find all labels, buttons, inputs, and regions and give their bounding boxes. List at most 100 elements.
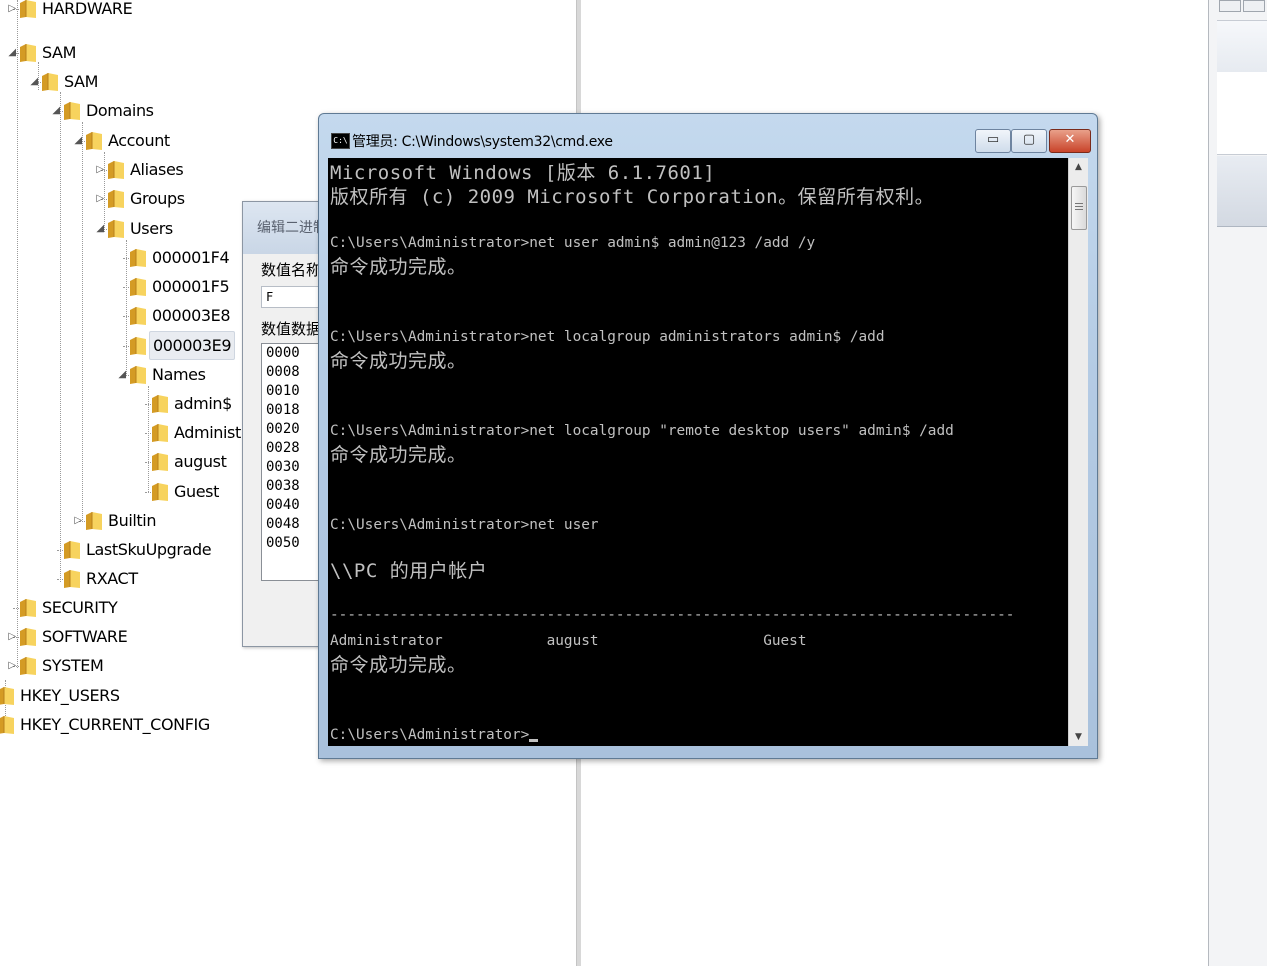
folder-icon (63, 569, 81, 589)
tree-node-label: 000001F5 (152, 277, 230, 296)
tree-node-label: SAM (64, 72, 99, 91)
console-line: 命令成功完成。 (330, 256, 467, 278)
folder-icon (151, 452, 169, 472)
tree-expander-icon[interactable]: ▷ (7, 651, 17, 680)
folder-icon (19, 656, 37, 676)
tree-node-label: Administ (174, 423, 241, 442)
tree-expander-icon[interactable]: ◢ (29, 67, 39, 96)
tree-node-label: 000001F4 (152, 248, 230, 267)
tree-guide-line (126, 240, 127, 376)
tree-node-label: SYSTEM (42, 656, 104, 675)
tree-node-label: SOFTWARE (42, 627, 128, 646)
grip-line (1075, 209, 1083, 210)
folder-icon (19, 598, 37, 618)
cmd-window: C:\ 管理员: C:\Windows\system32\cmd.exe ▭ ▢… (318, 113, 1098, 759)
fragment-button[interactable] (1243, 0, 1265, 12)
background-window-fragment (1208, 0, 1267, 966)
tree-guide-line (60, 92, 61, 582)
tree-node-label: august (174, 452, 227, 471)
tree-node-label: Builtin (108, 511, 157, 530)
folder-icon (0, 715, 15, 735)
scroll-down-arrow-icon[interactable]: ▼ (1069, 728, 1088, 746)
tree-expander-icon[interactable]: ◢ (95, 214, 105, 243)
console-output[interactable]: Microsoft Windows [版本 6.1.7601] 版权所有 (c) … (328, 158, 1068, 746)
console-line: 命令成功完成。 (330, 350, 467, 372)
tree-node-label: 000003E9 (149, 331, 236, 360)
folder-icon (85, 511, 103, 531)
folder-icon (151, 394, 169, 414)
value-data-label: 数值数据 (261, 320, 322, 338)
maximize-button[interactable]: ▢ (1011, 129, 1047, 153)
console-line: ----------------------------------------… (330, 607, 1015, 623)
tree-node-label: RXACT (86, 569, 138, 588)
folder-icon (151, 482, 169, 502)
console-line: Administrator august Guest (330, 633, 807, 649)
console-line: Microsoft Windows [版本 6.1.7601] (330, 162, 716, 184)
folder-icon (63, 540, 81, 560)
tree-expander-icon[interactable]: ▷ (95, 184, 105, 213)
folder-icon (0, 686, 15, 706)
console-line: C:\Users\Administrator>net user admin$ a… (330, 235, 816, 251)
tree-node-label: HARDWARE (42, 0, 133, 18)
value-name-label: 数值名称 (261, 261, 322, 279)
tree-node-label: SAM (42, 43, 77, 62)
tree-node-label: Names (152, 365, 206, 384)
tree-node-label: Account (108, 131, 170, 150)
tree-node-label: 000003E8 (152, 306, 231, 325)
folder-icon (41, 72, 59, 92)
console-line: 版权所有 (c) 2009 Microsoft Corporation。保留所有… (330, 186, 935, 208)
fragment-panel (1217, 72, 1267, 155)
tree-expander-icon[interactable]: ▷ (95, 155, 105, 184)
folder-icon (129, 306, 147, 326)
folder-icon (107, 160, 125, 180)
tree-expander-icon[interactable]: ◢ (7, 38, 17, 67)
tree-guide-line (82, 122, 83, 522)
cmd-titlebar[interactable]: C:\ 管理员: C:\Windows\system32\cmd.exe ▭ ▢… (319, 114, 1097, 158)
tree-node-label: Guest (174, 482, 219, 501)
console-line: C:\Users\Administrator>net user (330, 517, 599, 533)
folder-icon (85, 131, 103, 151)
tree-expander-icon[interactable]: ▷ (7, 622, 17, 651)
scroll-up-arrow-icon[interactable]: ▲ (1069, 158, 1088, 176)
folder-icon (129, 365, 147, 385)
console-line: C:\Users\Administrator>net localgroup ad… (330, 329, 885, 345)
tree-guide-line (17, 0, 18, 668)
tree-node-label: admin$ (174, 394, 232, 413)
scroll-thumb[interactable] (1071, 186, 1087, 230)
tree-expander-icon[interactable]: ◢ (117, 360, 127, 389)
console-line: C:\Users\Administrator>net localgroup "r… (330, 423, 954, 439)
minimize-button[interactable]: ▭ (975, 129, 1011, 153)
folder-icon (129, 336, 147, 356)
cmd-window-title: 管理员: C:\Windows\system32\cmd.exe (352, 134, 613, 150)
folder-icon (107, 189, 125, 209)
console-scrollbar[interactable]: ▲ ▼ (1068, 158, 1088, 746)
grip-line (1075, 206, 1083, 207)
fragment-button[interactable] (1219, 0, 1241, 12)
folder-icon (129, 248, 147, 268)
folder-icon (107, 219, 125, 239)
tree-node-label: HKEY_CURRENT_CONFIG (20, 715, 210, 734)
console-line: 命令成功完成。 (330, 654, 467, 676)
close-button[interactable]: ✕ (1049, 129, 1091, 153)
text-cursor (529, 739, 539, 742)
tree-node-label: Groups (130, 189, 185, 208)
folder-icon (151, 423, 169, 443)
tree-node-label: Users (130, 219, 173, 238)
folder-icon (129, 277, 147, 297)
tree-expander-icon[interactable]: ▷ (7, 0, 17, 23)
folder-icon (19, 627, 37, 647)
tree-node-label: Aliases (130, 160, 184, 179)
console-line: C:\Users\Administrator> (330, 724, 539, 746)
folder-icon (19, 0, 37, 19)
console-line: \\PC 的用户帐户 (330, 560, 488, 582)
tree-guide-line (148, 386, 149, 492)
tree-node-label: LastSkuUpgrade (86, 540, 212, 559)
fragment-footer (1217, 156, 1267, 227)
folder-icon (19, 43, 37, 63)
dialog-title: 编辑二进制 (257, 220, 327, 236)
cmd-app-icon: C:\ (331, 133, 350, 149)
tree-expander-icon[interactable]: ◢ (73, 126, 83, 155)
fragment-header (1217, 20, 1267, 74)
tree-expander-icon[interactable]: ◢ (51, 96, 61, 125)
tree-expander-icon[interactable]: ▷ (73, 506, 83, 535)
